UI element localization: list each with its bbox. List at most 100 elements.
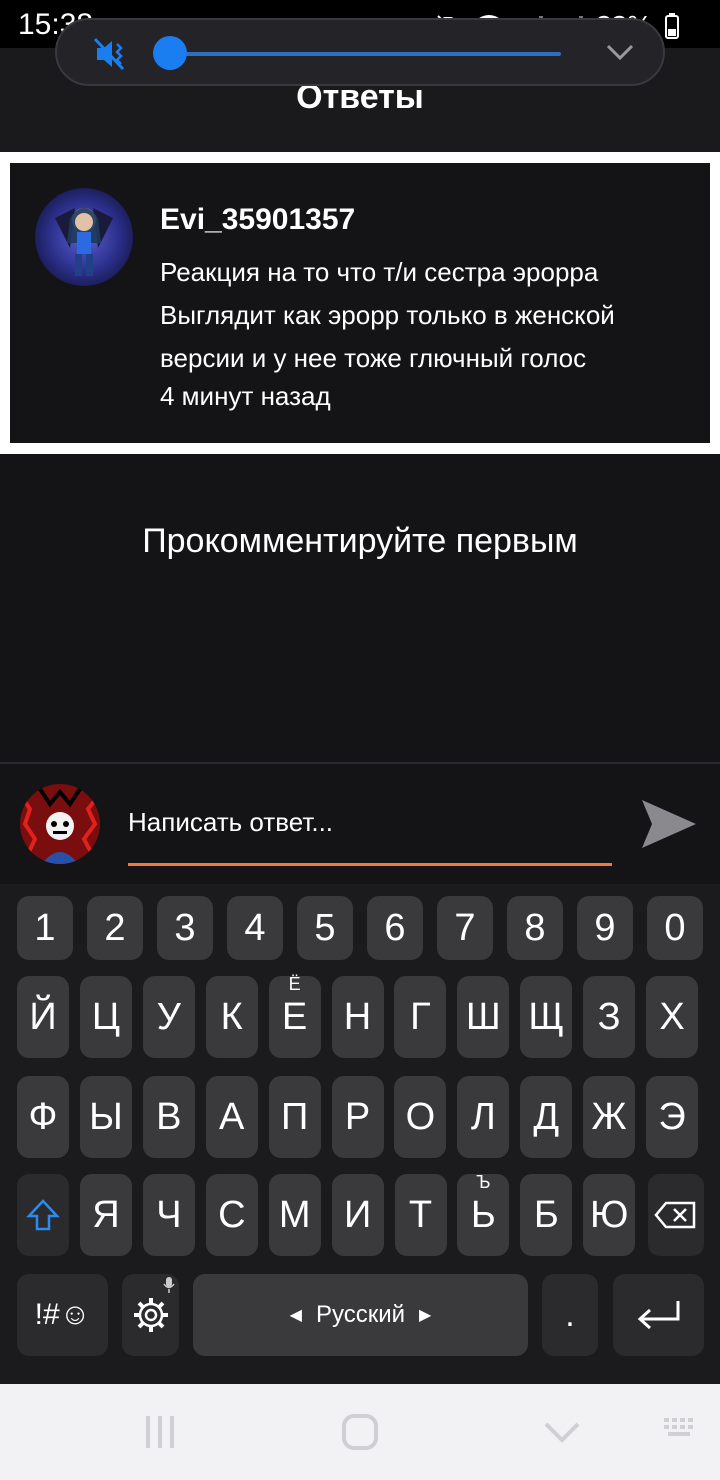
recent-apps-icon[interactable] bbox=[140, 1412, 180, 1452]
language-label: Русский bbox=[315, 1301, 406, 1328]
chevron-down-icon[interactable] bbox=[605, 40, 635, 64]
key-row1-8[interactable]: Щ bbox=[520, 976, 573, 1058]
key-row2-1-label: Ы bbox=[89, 1095, 123, 1138]
key-row3-0[interactable]: Я bbox=[80, 1174, 132, 1256]
shift-key[interactable] bbox=[17, 1174, 69, 1256]
key-row1-5[interactable]: Н bbox=[331, 976, 384, 1058]
avatar[interactable] bbox=[35, 188, 133, 286]
key-row2-8-label: Д bbox=[533, 1095, 560, 1138]
key-3[interactable]: 3 bbox=[157, 896, 213, 960]
key-0[interactable]: 0 bbox=[647, 896, 703, 960]
key-row3-6[interactable]: ЬЪ bbox=[457, 1172, 510, 1256]
space-key[interactable]: ◀ Русский ▶ bbox=[193, 1274, 528, 1356]
settings-key[interactable] bbox=[122, 1274, 179, 1356]
key-row2-0-label: Ф bbox=[28, 1095, 58, 1138]
key-row1-9[interactable]: З bbox=[583, 976, 636, 1058]
key-5-label: 5 bbox=[314, 906, 336, 949]
key-row2-4[interactable]: П bbox=[268, 1076, 321, 1158]
key-row3-8[interactable]: Ю bbox=[583, 1174, 636, 1256]
key-row1-9-label: З bbox=[597, 995, 621, 1038]
send-icon[interactable] bbox=[638, 794, 700, 854]
key-row1-0-label: Й bbox=[29, 995, 57, 1038]
key-row1-7-label: Ш bbox=[465, 995, 501, 1038]
key-row1-4-label: Е bbox=[281, 995, 308, 1038]
key-row3-5-label: Т bbox=[408, 1193, 433, 1236]
backspace-key[interactable] bbox=[648, 1174, 704, 1256]
mute-icon[interactable] bbox=[93, 36, 129, 72]
key-row1-8-label: Щ bbox=[528, 995, 564, 1038]
key-row2-5[interactable]: Р bbox=[331, 1076, 384, 1158]
key-2[interactable]: 2 bbox=[87, 896, 143, 960]
key-1[interactable]: 1 bbox=[17, 896, 73, 960]
key-row2-8[interactable]: Д bbox=[520, 1076, 573, 1158]
key-row2-7[interactable]: Л bbox=[457, 1076, 510, 1158]
key-row1-10[interactable]: Х bbox=[646, 976, 698, 1058]
key-row3-5[interactable]: Т bbox=[394, 1174, 447, 1256]
key-row3-3[interactable]: М bbox=[268, 1174, 321, 1256]
key-row3-6-alt-label: Ъ bbox=[476, 1172, 491, 1192]
key-row3-4-label: И bbox=[343, 1193, 372, 1236]
key-5[interactable]: 5 bbox=[297, 896, 353, 960]
key-row3-1[interactable]: Ч bbox=[142, 1174, 195, 1256]
back-chevron-icon[interactable] bbox=[542, 1412, 582, 1452]
key-6[interactable]: 6 bbox=[367, 896, 423, 960]
key-row1-0[interactable]: Й bbox=[17, 976, 69, 1058]
key-row1-4[interactable]: ЕЁ bbox=[268, 974, 321, 1058]
backspace-icon bbox=[654, 1201, 696, 1229]
key-row3-4[interactable]: И bbox=[331, 1174, 384, 1256]
key-row2-4-label: П bbox=[280, 1095, 309, 1138]
key-row3-2-label: С bbox=[218, 1193, 246, 1236]
volume-slider-thumb[interactable] bbox=[153, 36, 187, 70]
volume-slider-track[interactable] bbox=[169, 52, 561, 56]
home-icon[interactable] bbox=[340, 1412, 380, 1452]
key-row3-1-label: Ч bbox=[156, 1193, 182, 1236]
key-row3-3-label: М bbox=[278, 1193, 311, 1236]
key-row2-3-label: А bbox=[219, 1095, 245, 1138]
key-row3-7[interactable]: Б bbox=[520, 1174, 573, 1256]
key-row2-9[interactable]: Ж bbox=[583, 1076, 636, 1158]
my-avatar bbox=[20, 784, 100, 864]
keyboard-icon[interactable] bbox=[662, 1412, 698, 1442]
shift-icon bbox=[26, 1199, 60, 1231]
key-row2-2-label: В bbox=[156, 1095, 182, 1138]
symbols-key[interactable]: !#☺ bbox=[17, 1274, 108, 1356]
system-nav-bar bbox=[0, 1384, 720, 1480]
enter-icon bbox=[637, 1301, 679, 1330]
key-row3-2[interactable]: С bbox=[205, 1174, 258, 1256]
period-key[interactable]: . bbox=[542, 1274, 598, 1356]
key-row1-10-label: Х bbox=[659, 995, 685, 1038]
key-row1-4-alt-label: Ё bbox=[288, 974, 301, 994]
key-row2-1[interactable]: Ы bbox=[79, 1076, 132, 1158]
comment-timestamp: 4 минут назад bbox=[160, 381, 331, 411]
comment-username[interactable]: Evi_35901357 bbox=[160, 203, 355, 237]
key-row2-0[interactable]: Ф bbox=[17, 1076, 69, 1158]
comment-text: Реакция на то что т/и сестра эрорра Выгл… bbox=[160, 257, 615, 373]
volume-panel[interactable] bbox=[55, 18, 665, 86]
key-7-label: 7 bbox=[454, 906, 476, 949]
key-0-label: 0 bbox=[664, 906, 686, 949]
key-row1-2[interactable]: У bbox=[142, 976, 195, 1058]
key-9[interactable]: 9 bbox=[577, 896, 633, 960]
key-8[interactable]: 8 bbox=[507, 896, 563, 960]
reply-input[interactable] bbox=[128, 800, 612, 866]
key-row2-6[interactable]: О bbox=[394, 1076, 447, 1158]
key-4[interactable]: 4 bbox=[227, 896, 283, 960]
key-row1-6[interactable]: Г bbox=[394, 976, 447, 1058]
microphone-icon bbox=[163, 1277, 175, 1293]
key-row1-5-label: Н bbox=[343, 995, 372, 1038]
key-row2-2[interactable]: В bbox=[142, 1076, 195, 1158]
key-row2-9-label: Ж bbox=[591, 1095, 627, 1138]
reply-bar bbox=[0, 762, 720, 884]
key-7[interactable]: 7 bbox=[437, 896, 493, 960]
key-row2-10[interactable]: Э bbox=[646, 1076, 698, 1158]
key-8-label: 8 bbox=[524, 906, 546, 949]
gear-icon bbox=[133, 1298, 168, 1332]
battery-icon bbox=[665, 13, 679, 39]
key-row1-6-label: Г bbox=[410, 995, 431, 1038]
key-row3-7-label: Б bbox=[533, 1193, 559, 1236]
key-row1-7[interactable]: Ш bbox=[457, 976, 510, 1058]
key-row1-3[interactable]: К bbox=[205, 976, 258, 1058]
key-row2-3[interactable]: А bbox=[205, 1076, 258, 1158]
enter-key[interactable] bbox=[613, 1274, 704, 1356]
key-row1-1[interactable]: Ц bbox=[79, 976, 132, 1058]
